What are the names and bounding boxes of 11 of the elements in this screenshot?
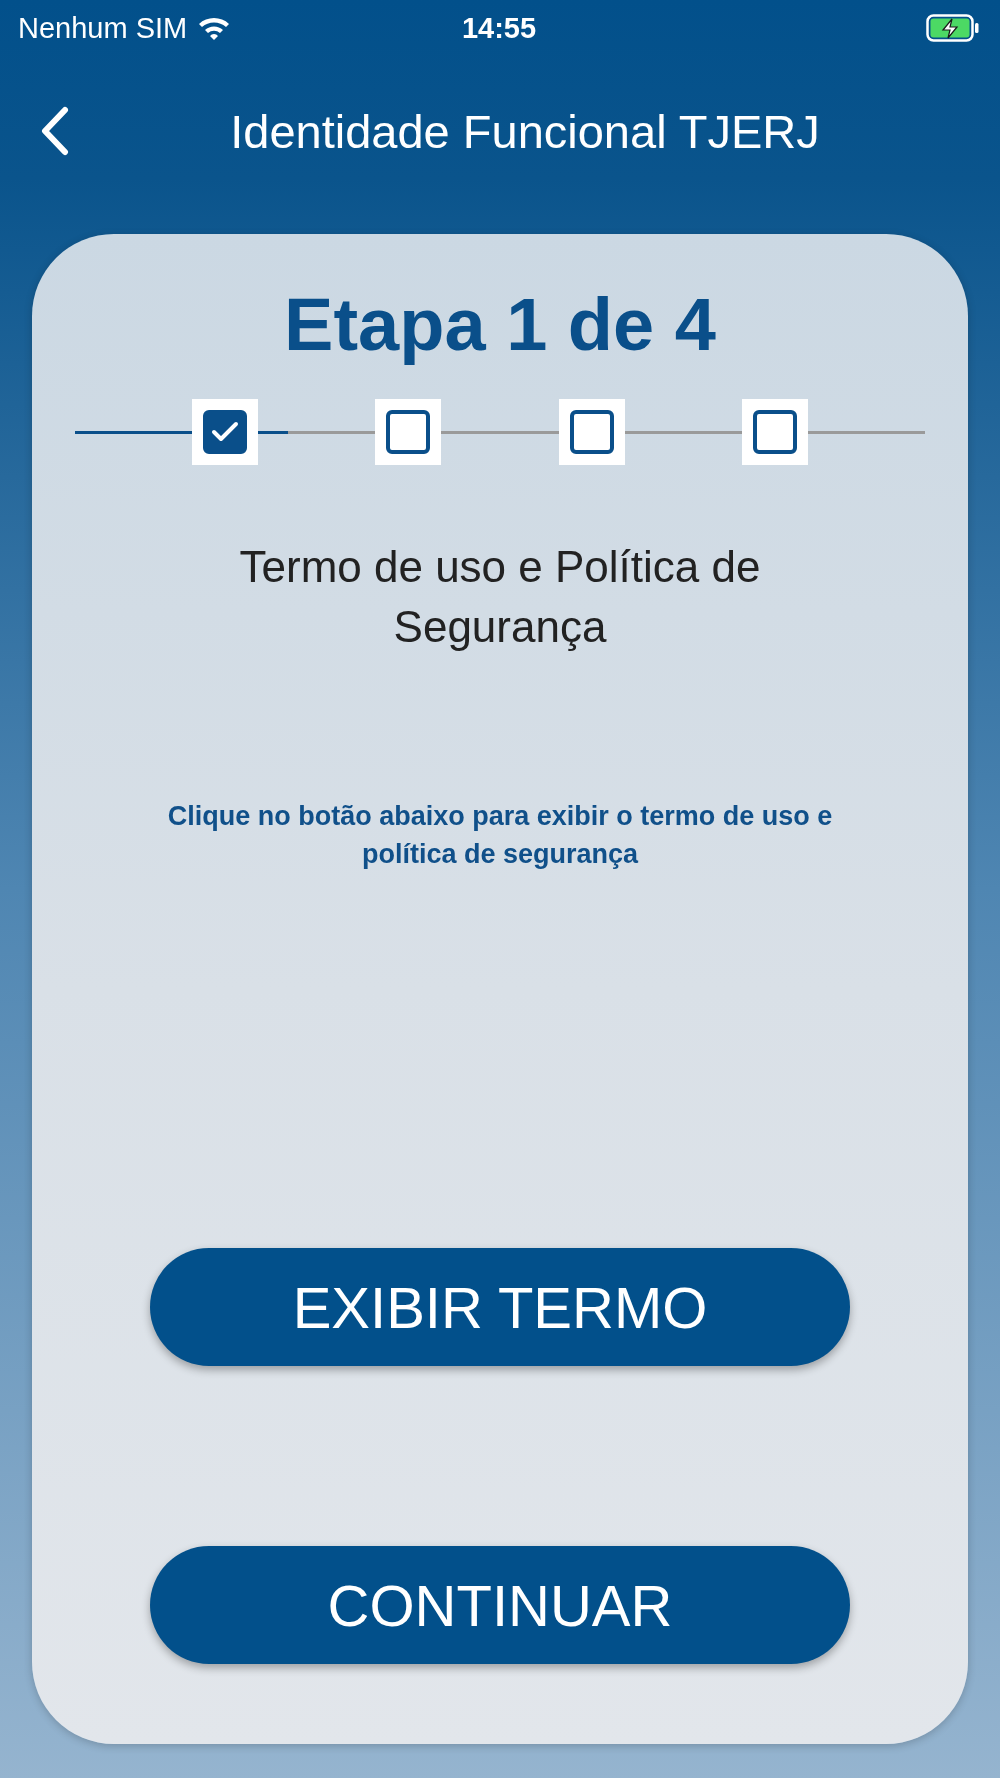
instruction-text: Clique no botão abaixo para exibir o termo de uso e política de segurança xyxy=(166,800,834,871)
step-subtitle: Termo de uso e Política de Segurança xyxy=(238,541,762,653)
screen-title: Identidade Funcional TJERJ xyxy=(229,103,821,159)
continue-button[interactable]: CONTINUAR xyxy=(150,1546,850,1664)
carrier-label: Nenhum SIM xyxy=(18,11,188,45)
checkmark-icon xyxy=(211,421,239,443)
clock: 14:55 xyxy=(461,11,537,45)
wifi-icon xyxy=(197,15,232,41)
step-title: Etapa 1 de 4 xyxy=(284,282,716,367)
show-terms-button[interactable]: EXIBIR TERMO xyxy=(150,1248,850,1366)
back-button[interactable] xyxy=(40,106,70,156)
